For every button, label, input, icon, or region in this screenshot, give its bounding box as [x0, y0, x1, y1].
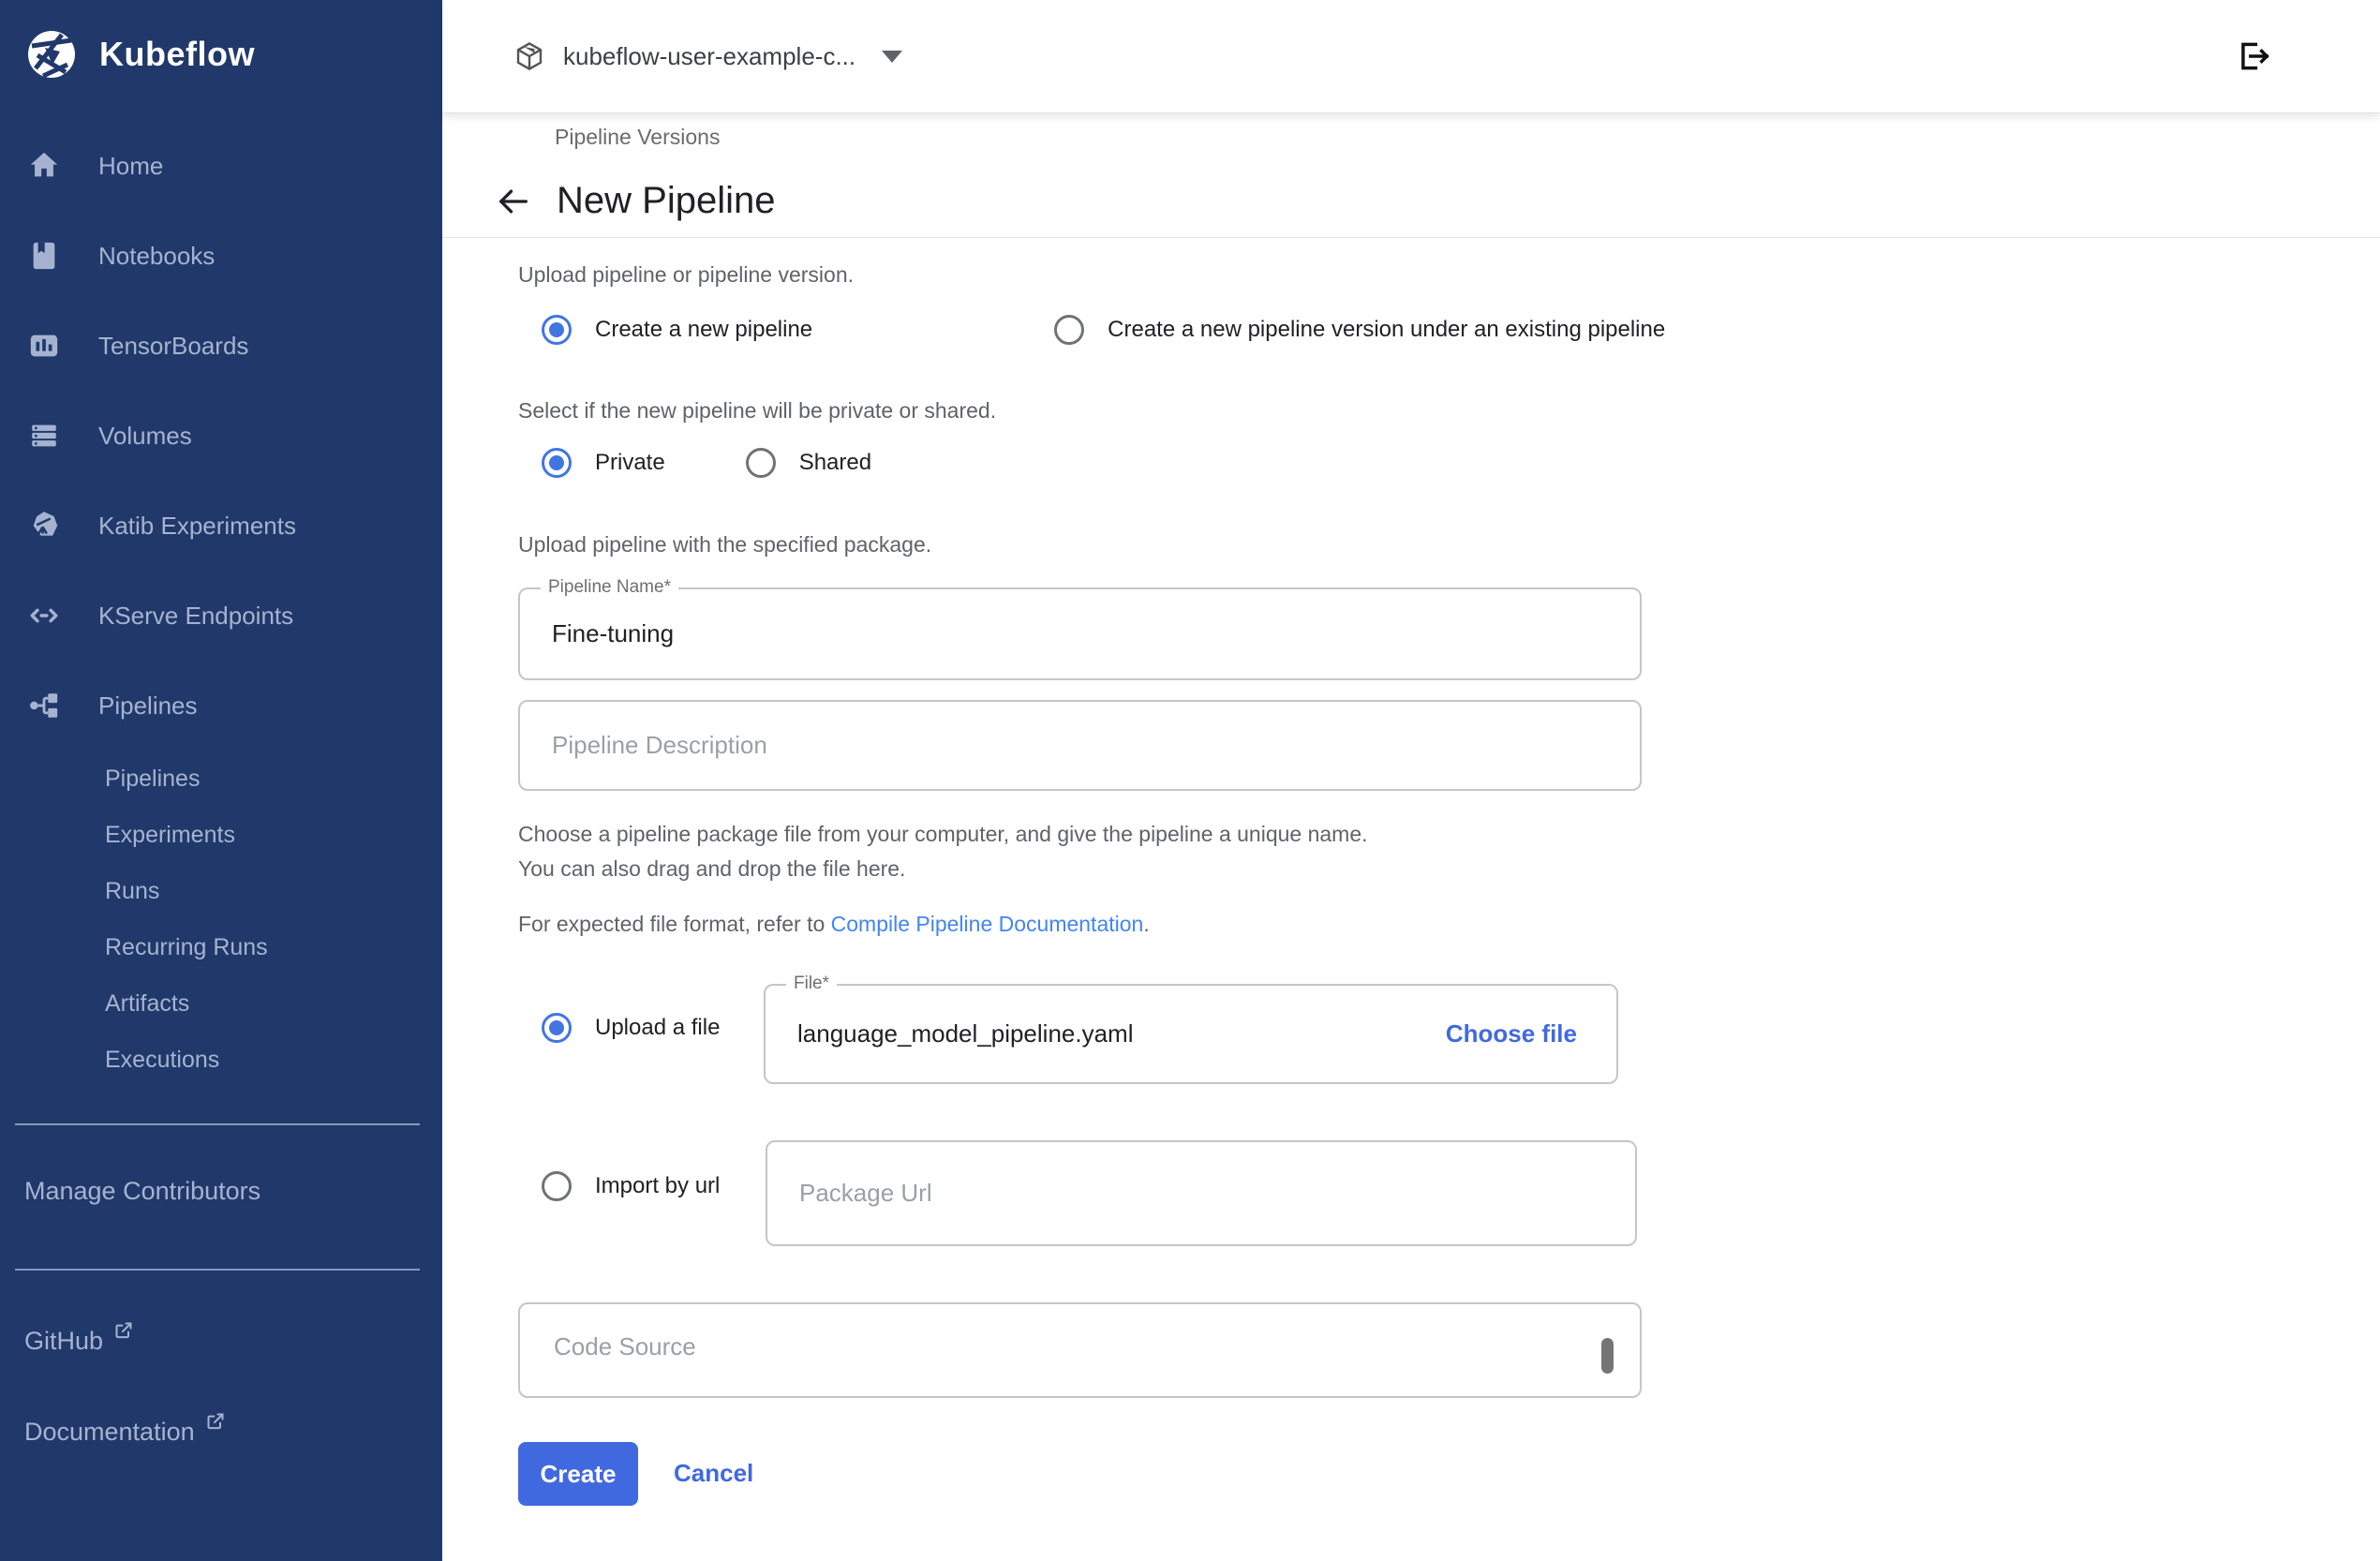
radio-label[interactable]: Shared [799, 450, 871, 476]
radio-label[interactable]: Create a new pipeline version under an e… [1108, 317, 1665, 343]
sidebar-item-kserve-endpoints[interactable]: KServe Endpoints [0, 571, 442, 661]
subnav-item-runs[interactable]: Runs [0, 863, 442, 919]
subnav-item-label: Runs [105, 878, 159, 905]
page-title: New Pipeline [557, 177, 775, 224]
sidebar-link-github[interactable]: GitHub [24, 1327, 133, 1356]
breadcrumb[interactable]: Pipeline Versions [555, 123, 720, 151]
subnav-item-pipelines[interactable]: Pipelines [0, 751, 442, 807]
cancel-button[interactable]: Cancel [674, 1459, 753, 1488]
file-format-note: For expected file format, refer to Compi… [518, 910, 1150, 938]
home-icon [28, 150, 60, 182]
subnav-item-label: Recurring Runs [105, 934, 268, 961]
sidebar-divider [15, 1269, 420, 1271]
subnav-item-executions[interactable]: Executions [0, 1032, 442, 1088]
namespace-value: kubeflow-user-example-c... [563, 42, 855, 71]
radio-create-new-version[interactable] [1054, 315, 1084, 345]
notebook-icon [28, 240, 60, 272]
upload-file-radio-row: Upload a file [542, 1012, 776, 1044]
package-url-field [766, 1140, 1637, 1246]
sidebar-item-volumes[interactable]: Volumes [0, 391, 442, 481]
title-divider [442, 237, 2380, 238]
help-text-line2: You can also drag and drop the file here… [518, 855, 905, 883]
file-field: File* Choose file [764, 984, 1618, 1084]
choose-file-button[interactable]: Choose file [1446, 986, 1577, 1082]
subnav-item-experiments[interactable]: Experiments [0, 807, 442, 863]
sidebar-item-manage-contributors[interactable]: Manage Contributors [24, 1177, 260, 1206]
help-text-line1: Choose a pipeline package file from your… [518, 820, 1368, 848]
pipeline-description-input[interactable] [520, 702, 1640, 789]
radio-label[interactable]: Upload a file [595, 1015, 720, 1041]
tensorboard-icon [28, 330, 60, 362]
package-cube-icon [514, 41, 544, 71]
radio-label[interactable]: Import by url [595, 1173, 720, 1199]
sidebar-item-pipelines[interactable]: Pipelines [0, 661, 442, 751]
sidebar-item-katib-experiments[interactable]: Katib Experiments [0, 481, 442, 571]
sidebar-item-label: Volumes [98, 422, 192, 451]
kserve-icon [28, 600, 60, 632]
pipeline-description-field [518, 700, 1642, 791]
sidebar-item-label: KServe Endpoints [98, 602, 293, 631]
file-format-suffix: . [1143, 912, 1149, 936]
subnav-item-label: Experiments [105, 822, 235, 849]
file-format-prefix: For expected file format, refer to [518, 912, 831, 936]
sidebar-item-home[interactable]: Home [0, 121, 442, 211]
visibility-radio-group: Private Shared [542, 447, 928, 479]
logout-icon[interactable] [2236, 38, 2271, 74]
radio-import-by-url[interactable] [542, 1171, 572, 1201]
sidebar-item-label: Home [98, 152, 163, 181]
katib-icon [28, 510, 60, 542]
subnav-item-recurring-runs[interactable]: Recurring Runs [0, 919, 442, 975]
kubeflow-logo-text: Kubeflow [99, 35, 255, 74]
kubeflow-logo: Kubeflow [0, 0, 442, 109]
visibility-label: Select if the new pipeline will be priva… [518, 396, 996, 424]
sidebar-link-label: Documentation [24, 1418, 195, 1446]
radio-upload-a-file[interactable] [542, 1013, 572, 1043]
package-url-input[interactable] [767, 1142, 1635, 1244]
sidebar-item-tensorboards[interactable]: TensorBoards [0, 301, 442, 391]
scrollbar-thumb[interactable] [1601, 1338, 1614, 1374]
namespace-selector[interactable]: kubeflow-user-example-c... [514, 0, 902, 112]
top-bar: kubeflow-user-example-c... [442, 0, 2380, 113]
compile-pipeline-documentation-link[interactable]: Compile Pipeline Documentation [831, 912, 1144, 936]
sidebar-item-label: Notebooks [98, 242, 215, 271]
radio-label[interactable]: Private [595, 450, 665, 476]
radio-create-new-pipeline[interactable] [542, 315, 572, 345]
create-button[interactable]: Create [518, 1442, 638, 1506]
new-pipeline-page: Pipeline Versions New Pipeline Upload pi… [442, 113, 2380, 1561]
package-label: Upload pipeline with the specified packa… [518, 530, 931, 558]
upload-type-label: Upload pipeline or pipeline version. [518, 260, 854, 289]
sidebar-divider [15, 1123, 420, 1125]
kubeflow-app-window: Kubeflow Home Notebooks TensorBoards [0, 0, 2380, 1561]
pipeline-name-input[interactable] [520, 589, 1640, 678]
back-arrow-icon[interactable] [495, 183, 532, 220]
external-link-icon [114, 1321, 133, 1340]
external-link-icon [206, 1412, 225, 1431]
sidebar-link-label: GitHub [24, 1327, 103, 1355]
pipeline-name-field: Pipeline Name* [518, 587, 1642, 680]
subnav-item-label: Artifacts [105, 990, 189, 1018]
sidebar: Kubeflow Home Notebooks TensorBoards [0, 0, 442, 1561]
subnav-item-label: Pipelines [105, 766, 200, 793]
sidebar-item-label: Pipelines [98, 691, 198, 721]
code-source-input[interactable] [520, 1304, 1640, 1396]
import-url-radio-row: Import by url [542, 1170, 776, 1202]
pipeline-type-radio-group: Create a new pipeline Create a new pipel… [542, 314, 1721, 346]
sidebar-nav: Home Notebooks TensorBoards Volumes [0, 109, 442, 1088]
pipelines-icon [28, 690, 60, 721]
subnav-item-label: Executions [105, 1047, 219, 1074]
sidebar-item-notebooks[interactable]: Notebooks [0, 211, 442, 301]
kubeflow-logo-icon [24, 27, 79, 82]
radio-private[interactable] [542, 448, 572, 478]
sidebar-item-label: Katib Experiments [98, 512, 296, 541]
sidebar-item-label: TensorBoards [98, 332, 248, 361]
code-source-field [518, 1302, 1642, 1398]
chevron-down-icon [882, 51, 902, 63]
sidebar-link-documentation[interactable]: Documentation [24, 1418, 225, 1447]
radio-label[interactable]: Create a new pipeline [595, 317, 812, 343]
subnav-item-artifacts[interactable]: Artifacts [0, 975, 442, 1032]
pipelines-subnav: Pipelines Experiments Runs Recurring Run… [0, 751, 442, 1088]
volumes-icon [28, 420, 60, 452]
radio-shared[interactable] [746, 448, 776, 478]
